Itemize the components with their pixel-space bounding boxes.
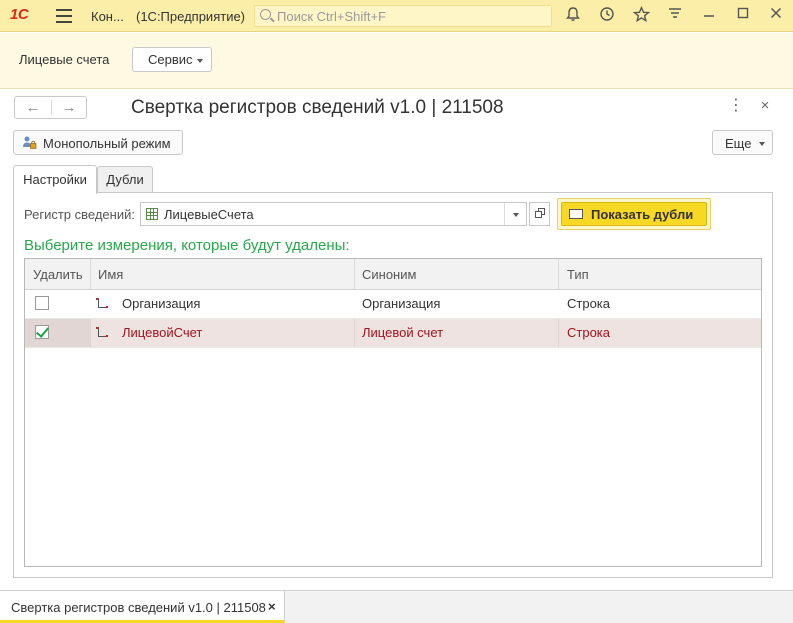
form-close-icon[interactable]: × — [757, 98, 773, 114]
search-placeholder: Поиск Ctrl+Shift+F — [277, 9, 386, 24]
maximize-icon[interactable] — [733, 6, 753, 26]
dimension-icon — [96, 298, 108, 310]
row-type: Строка — [567, 296, 611, 311]
report-icon — [569, 209, 583, 219]
open-window-tab-label: Свертка регистров сведений v1.0 | 211508 — [11, 600, 266, 615]
search-input[interactable]: Поиск Ctrl+Shift+F — [254, 5, 552, 27]
row-name: ЛицевойСчет — [122, 325, 203, 340]
exclusive-mode-button[interactable]: Монопольный режим — [13, 130, 183, 155]
dropdown-arrow-icon[interactable] — [504, 203, 526, 225]
row-name: Организация — [122, 296, 201, 311]
chevron-down-icon — [197, 59, 203, 63]
form-window: ← → Свертка регистров сведений v1.0 | 21… — [0, 90, 793, 590]
table-row-selected[interactable]: ЛицевойСчет Лицевой счет Строка — [25, 319, 761, 348]
dimensions-table: Удалить Имя Синоним Тип Организация Орга… — [24, 258, 762, 567]
title-bar: 1С Кон... (1С:Предприятие) Поиск Ctrl+Sh… — [0, 0, 793, 32]
column-header-delete[interactable]: Удалить — [25, 259, 91, 290]
tab-duplicates[interactable]: Дубли — [97, 166, 153, 192]
service-menu-button[interactable]: Сервис — [132, 47, 212, 72]
register-value: ЛицевыеСчета — [164, 207, 254, 222]
register-select[interactable]: ЛицевыеСчета — [140, 202, 527, 226]
forward-arrow-icon[interactable]: → — [52, 98, 86, 118]
column-header-type[interactable]: Тип — [559, 259, 761, 290]
column-header-name[interactable]: Имя — [91, 259, 355, 290]
open-windows-bar: Свертка регистров сведений v1.0 | 211508… — [0, 590, 793, 623]
show-duplicates-button[interactable]: Показать дубли — [557, 198, 711, 230]
exclusive-mode-label: Монопольный режим — [43, 136, 171, 151]
nav-buttons: ← → — [14, 96, 87, 119]
more-button-label: Еще — [725, 136, 752, 151]
close-icon[interactable] — [766, 6, 786, 26]
more-button[interactable]: Еще — [712, 130, 773, 155]
row-synonym: Лицевой счет — [355, 319, 559, 347]
open-window-tab[interactable]: Свертка регистров сведений v1.0 | 211508… — [0, 591, 285, 623]
burger-menu-icon[interactable] — [56, 9, 72, 23]
open-register-button[interactable] — [529, 202, 550, 226]
app-title-name: (1С:Предприятие) — [136, 9, 246, 24]
row-synonym: Организация — [362, 296, 441, 311]
chevron-down-icon — [759, 142, 765, 146]
row-type: Строка — [567, 325, 611, 340]
star-icon[interactable] — [631, 5, 651, 26]
1c-logo: 1С — [10, 6, 29, 23]
table-icon — [146, 208, 158, 220]
tab-settings-label: Настройки — [23, 172, 87, 187]
close-tab-icon[interactable]: × — [268, 599, 276, 614]
filter-icon[interactable] — [665, 6, 685, 26]
dimension-icon — [96, 327, 108, 339]
minimize-icon[interactable] — [699, 6, 719, 26]
section-panel: Лицевые счета Сервис — [0, 33, 793, 89]
section-link-accounts[interactable]: Лицевые счета — [19, 52, 109, 67]
more-actions-icon[interactable]: ⋮ — [728, 98, 744, 115]
column-header-synonym[interactable]: Синоним — [355, 259, 559, 290]
delete-checkbox[interactable] — [35, 296, 49, 310]
service-menu-label: Сервис — [148, 52, 193, 67]
search-icon — [260, 9, 271, 20]
back-arrow-icon[interactable]: ← — [16, 98, 50, 118]
users-lock-icon — [23, 136, 37, 149]
tab-settings[interactable]: Настройки — [13, 165, 97, 194]
tab-duplicates-label: Дубли — [106, 172, 144, 187]
bell-icon[interactable] — [563, 6, 583, 26]
delete-checkbox[interactable] — [35, 325, 49, 339]
show-duplicates-label: Показать дубли — [591, 207, 694, 222]
history-icon[interactable] — [597, 6, 617, 26]
table-row[interactable]: Организация Организация Строка — [25, 290, 761, 319]
dimensions-hint: Выберите измерения, которые будут удален… — [24, 237, 350, 254]
register-label: Регистр сведений: — [24, 207, 135, 222]
form-title: Свертка регистров сведений v1.0 | 211508 — [131, 97, 504, 118]
table-header: Удалить Имя Синоним Тип — [25, 259, 761, 290]
app-title-short: Кон... — [91, 9, 124, 24]
